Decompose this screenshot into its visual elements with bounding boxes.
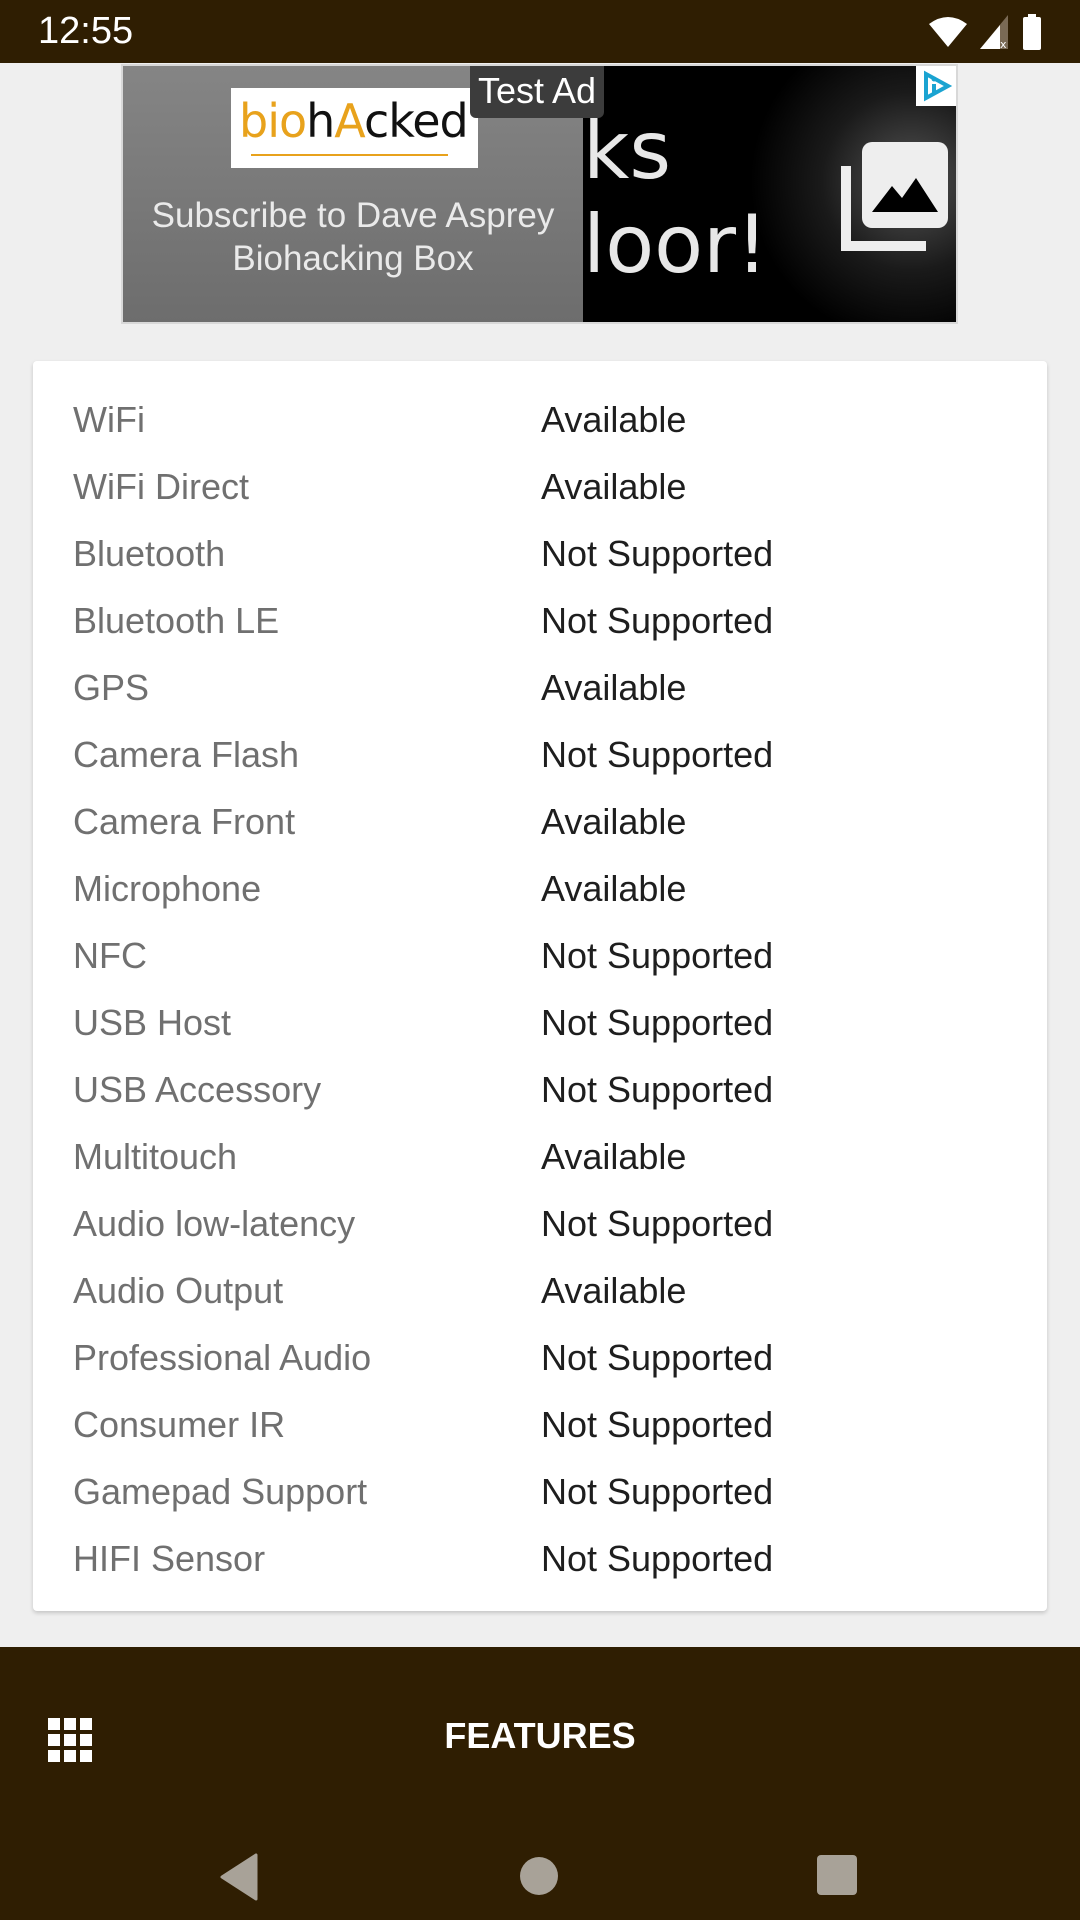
feature-row: HIFI Sensor Not Supported (33, 1525, 1047, 1592)
ad-logo-text-cked: cked (363, 94, 469, 148)
wifi-icon (929, 17, 967, 47)
feature-status: Not Supported (541, 532, 774, 574)
feature-status: Available (541, 1269, 687, 1311)
ad-logo-text-bio: bio (239, 94, 307, 148)
feature-row: Bluetooth Not Supported (33, 520, 1047, 587)
feature-name: GPS (73, 666, 150, 708)
ad-logo: biohAcked (231, 88, 478, 168)
ad-logo-text-a: A (334, 94, 365, 148)
feature-name: Gamepad Support (73, 1470, 368, 1512)
feature-status: Available (541, 465, 687, 507)
feature-status: Not Supported (541, 733, 774, 775)
signal-no-data-icon: x (980, 15, 1008, 49)
feature-status: Not Supported (541, 1001, 774, 1043)
status-time: 12:55 (38, 10, 134, 52)
feature-name: Professional Audio (73, 1336, 372, 1378)
feature-row: Audio low-latency Not Supported (33, 1190, 1047, 1257)
feature-status: Not Supported (541, 1470, 774, 1512)
feature-status: Not Supported (541, 1202, 774, 1244)
svg-text:x: x (1000, 38, 1007, 49)
feature-name: WiFi (73, 398, 145, 440)
ad-background-text: ks loor! (583, 104, 768, 292)
feature-row: Microphone Available (33, 855, 1047, 922)
feature-row: Consumer IR Not Supported (33, 1391, 1047, 1458)
feature-row: Professional Audio Not Supported (33, 1324, 1047, 1391)
home-icon[interactable] (519, 1856, 559, 1896)
feature-row: WiFi Direct Available (33, 453, 1047, 520)
features-card: WiFi Available WiFi Direct Available Bluetoo… (33, 361, 1047, 1611)
feature-name: Audio Output (73, 1269, 284, 1311)
feature-name: Consumer IR (73, 1403, 286, 1445)
ad-headline: Subscribe to Dave Asprey Biohacking Box (151, 196, 555, 278)
status-icons: x (928, 14, 1042, 50)
feature-name: USB Host (73, 1001, 232, 1043)
feature-name: HIFI Sensor (73, 1537, 266, 1579)
ad-right-panel: ks loor! (583, 66, 956, 322)
feature-name: NFC (73, 934, 147, 976)
feature-row: NFC Not Supported (33, 922, 1047, 989)
back-icon[interactable] (218, 1853, 260, 1901)
feature-status: Available (541, 867, 687, 909)
feature-status: Not Supported (541, 1068, 774, 1110)
feature-name: Bluetooth (73, 532, 226, 574)
battery-icon (1023, 14, 1041, 50)
feature-status: Not Supported (541, 1537, 774, 1579)
feature-row: USB Accessory Not Supported (33, 1056, 1047, 1123)
feature-status: Available (541, 666, 687, 708)
ad-background-text-line1: ks (583, 104, 672, 197)
feature-name: Audio low-latency (73, 1202, 356, 1244)
feature-name: Microphone (73, 867, 262, 909)
feature-status: Not Supported (541, 599, 774, 641)
feature-name: Camera Flash (73, 733, 300, 775)
recents-icon[interactable] (816, 1854, 858, 1896)
feature-row: Camera Flash Not Supported (33, 721, 1047, 788)
feature-status: Not Supported (541, 934, 774, 976)
feature-status: Not Supported (541, 1336, 774, 1378)
feature-row: USB Host Not Supported (33, 989, 1047, 1056)
feature-name: WiFi Direct (73, 465, 249, 507)
feature-name: Multitouch (73, 1135, 238, 1177)
feature-status: Available (541, 800, 687, 842)
feature-status: Available (541, 1135, 687, 1177)
image-gallery-icon (841, 142, 948, 251)
feature-name: USB Accessory (73, 1068, 322, 1110)
feature-row: GPS Available (33, 654, 1047, 721)
feature-row: Gamepad Support Not Supported (33, 1458, 1047, 1525)
ad-background-text-line2: loor! (583, 198, 769, 291)
feature-status: Not Supported (541, 1403, 774, 1445)
feature-row: WiFi Available (33, 386, 1047, 453)
bottom-app-bar: FEATURES (0, 1647, 1080, 1920)
feature-row: Multitouch Available (33, 1123, 1047, 1190)
ad-logo-text-h: h (306, 94, 335, 148)
status-bar: 12:55 x (0, 0, 1080, 63)
feature-row: Bluetooth LE Not Supported (33, 587, 1047, 654)
feature-status: Available (541, 398, 687, 440)
page-title: FEATURES (444, 1715, 636, 1756)
feature-row: Camera Front Available (33, 788, 1047, 855)
feature-name: Bluetooth LE (73, 599, 280, 641)
test-ad-label: Test Ad (470, 66, 605, 118)
ad-choices-icon[interactable] (916, 66, 956, 106)
feature-name: Camera Front (73, 800, 296, 842)
ad-banner[interactable]: biohAcked Subscribe to Dave Asprey Bioha… (121, 64, 958, 324)
feature-row: Audio Output Available (33, 1257, 1047, 1324)
ad-logo-underline (251, 154, 448, 156)
